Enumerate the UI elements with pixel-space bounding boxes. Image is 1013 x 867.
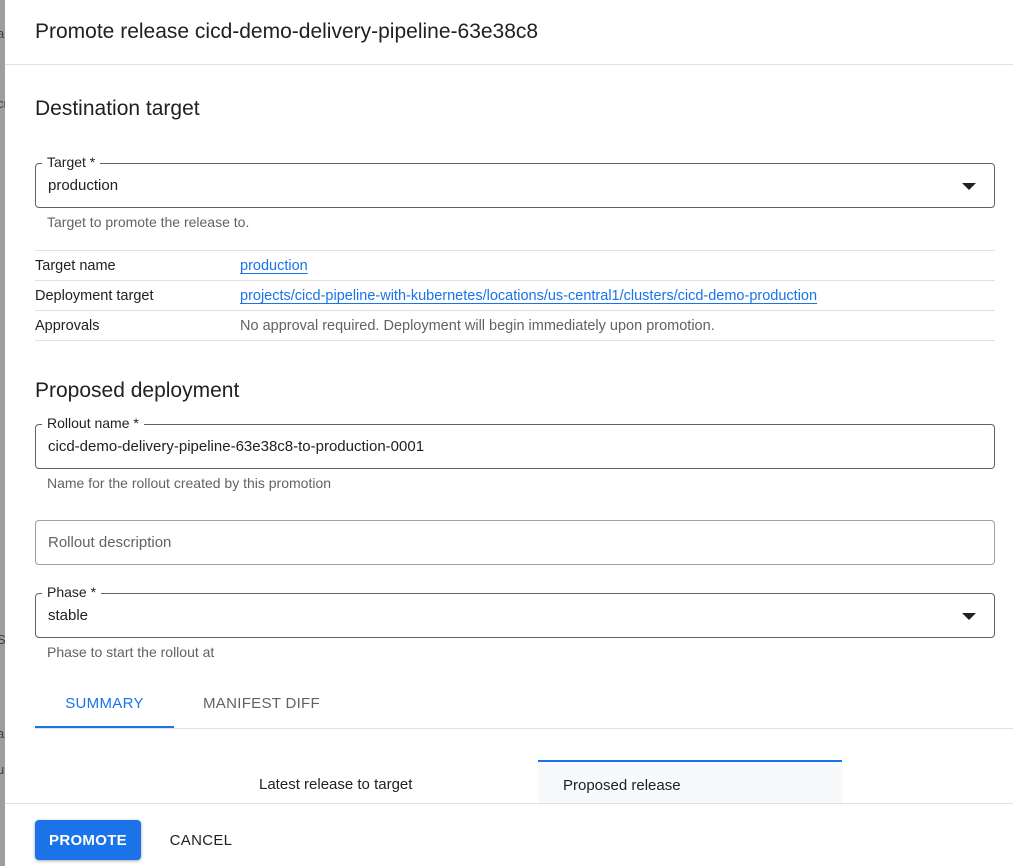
destination-target-heading: Destination target	[35, 97, 200, 120]
proposed-release-header: Proposed release	[538, 760, 842, 804]
target-select-value: production	[48, 177, 119, 194]
promote-button[interactable]: PROMOTE	[35, 820, 141, 860]
dropdown-arrow-icon	[962, 613, 976, 620]
target-name-key: Target name	[35, 258, 116, 274]
target-select-label: Target *	[42, 154, 101, 170]
phase-hint: Phase to start the rollout at	[47, 644, 215, 660]
rollout-description-input[interactable]: Rollout description	[35, 520, 995, 565]
dialog-title: Promote release cicd-demo-delivery-pipel…	[35, 20, 539, 43]
rollout-name-hint: Name for the rollout created by this pro…	[47, 475, 332, 491]
target-select[interactable]: Target * production	[35, 154, 995, 208]
background-text: u	[0, 762, 5, 777]
dropdown-arrow-icon	[962, 183, 976, 190]
table-row: Approvals No approval required. Deployme…	[35, 311, 995, 341]
table-row: Deployment target projects/cicd-pipeline…	[35, 281, 995, 311]
dialog-footer: PROMOTE CANCEL	[5, 803, 1013, 867]
phase-select[interactable]: Phase * stable	[35, 584, 995, 638]
deployment-target-link[interactable]: projects/cicd-pipeline-with-kubernetes/l…	[240, 288, 817, 304]
summary-tabs: SUMMARY MANIFEST DIFF	[35, 680, 1013, 729]
tab-summary[interactable]: SUMMARY	[35, 680, 174, 728]
background-text: a	[0, 726, 5, 741]
background-text: a	[0, 26, 5, 41]
dialog-header: Promote release cicd-demo-delivery-pipel…	[5, 0, 1013, 65]
target-details-table: Target name production Deployment target…	[35, 250, 995, 341]
tab-manifest-diff[interactable]: MANIFEST DIFF	[189, 680, 334, 727]
rollout-name-label: Rollout name *	[42, 415, 144, 431]
rollout-description-placeholder: Rollout description	[48, 534, 172, 551]
approvals-value: No approval required. Deployment will be…	[240, 318, 715, 334]
target-hint: Target to promote the release to.	[47, 214, 250, 230]
target-name-link[interactable]: production	[240, 258, 308, 274]
approvals-key: Approvals	[35, 318, 100, 334]
table-row: Target name production	[35, 251, 995, 281]
phase-select-value: stable	[48, 607, 89, 624]
promote-release-dialog: Promote release cicd-demo-delivery-pipel…	[5, 0, 1013, 867]
phase-select-label: Phase *	[42, 584, 102, 600]
proposed-deployment-heading: Proposed deployment	[35, 379, 240, 402]
rollout-name-value: cicd-demo-delivery-pipeline-63e38c8-to-p…	[48, 438, 425, 455]
deployment-target-key: Deployment target	[35, 288, 154, 304]
latest-release-header: Latest release to target	[259, 776, 413, 793]
cancel-button[interactable]: CANCEL	[153, 820, 249, 860]
rollout-name-input[interactable]: Rollout name * cicd-demo-delivery-pipeli…	[35, 415, 995, 469]
